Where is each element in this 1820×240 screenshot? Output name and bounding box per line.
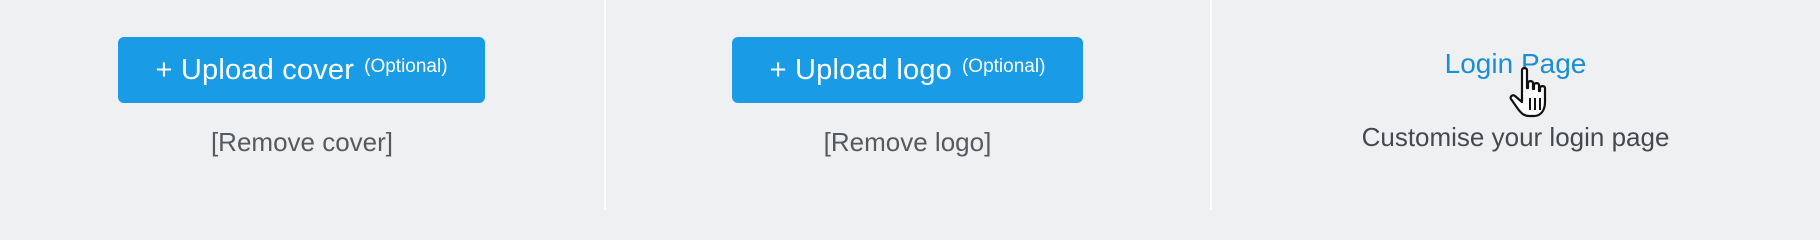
upload-cover-button[interactable]: + Upload cover (Optional) bbox=[118, 37, 485, 103]
logo-panel: + Upload logo (Optional) [Remove logo] bbox=[605, 0, 1210, 210]
hand-pointer-cursor-icon bbox=[1509, 67, 1547, 118]
upload-logo-button[interactable]: + Upload logo (Optional) bbox=[732, 37, 1083, 103]
upload-logo-optional-label: (Optional) bbox=[961, 56, 1046, 77]
upload-cover-optional-label: (Optional) bbox=[364, 56, 448, 77]
cover-panel: + Upload cover (Optional) [Remove cover] bbox=[0, 0, 604, 210]
remove-logo-link[interactable]: [Remove logo] bbox=[605, 127, 1210, 158]
remove-cover-link[interactable]: [Remove cover] bbox=[0, 127, 604, 158]
upload-logo-label: + Upload logo bbox=[769, 53, 952, 86]
login-page-description: Customise your login page bbox=[1361, 122, 1670, 152]
upload-cover-label: + Upload cover bbox=[155, 53, 355, 86]
